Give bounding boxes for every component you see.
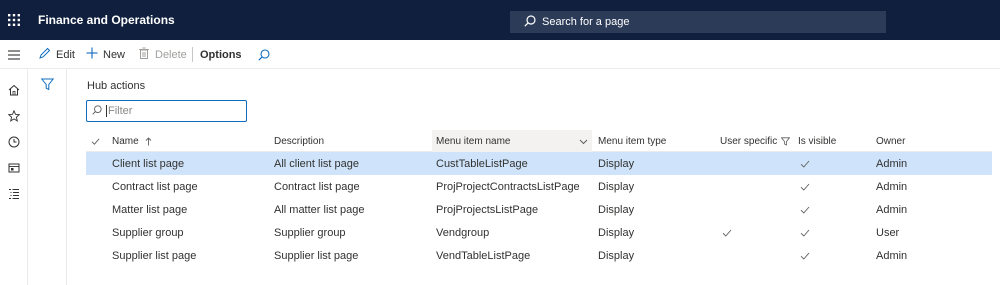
delete-label: Delete [155,48,187,61]
column-header-owner[interactable]: Owner [876,130,946,152]
cell-description[interactable]: All matter list page [274,198,364,221]
pencil-icon [39,47,56,62]
hamburger-menu-icon[interactable] [0,40,28,69]
cell-description[interactable]: Supplier group [274,221,346,244]
top-bar: Finance and Operations Search for a page [0,0,1000,40]
edit-button[interactable]: Edit [39,40,75,69]
cell-menu-item-name[interactable]: ProjProjectsListPage [436,198,538,221]
star-icon[interactable] [0,103,28,129]
table-row[interactable]: Matter list page All matter list page Pr… [86,198,992,221]
search-placeholder: Search for a page [542,16,630,28]
cell-name[interactable]: Supplier list page [112,244,196,267]
search-icon [524,14,542,30]
cell-name[interactable]: Matter list page [112,198,187,221]
navigation-rail [0,69,28,285]
cell-owner[interactable]: User [876,221,899,244]
page-title: Hub actions [87,80,146,92]
column-header-description-label: Description [274,135,325,147]
table-row[interactable]: Contract list page Contract list page Pr… [86,175,992,198]
new-button[interactable]: New [86,40,125,69]
select-all-checkmark-icon[interactable] [91,130,105,152]
new-label: New [103,48,126,61]
cell-menu-item-name[interactable]: Vendgroup [436,221,489,244]
options-tab[interactable]: Options [200,40,242,69]
workspace-icon[interactable] [0,155,28,181]
column-header-user-specific[interactable]: User specific [720,130,796,152]
cell-menu-item-type[interactable]: Display [598,198,634,221]
cell-menu-item-type[interactable]: Display [598,152,634,175]
column-header-user-specific-label: User specific [720,135,778,147]
cell-name[interactable]: Supplier group [112,221,184,244]
cell-menu-item-type[interactable]: Display [598,221,634,244]
page-search-box[interactable]: Search for a page [510,11,886,33]
trash-icon [138,47,155,62]
column-header-owner-label: Owner [876,135,906,147]
cell-menu-item-name[interactable]: ProjProjectContractsListPage [436,175,580,198]
table-row[interactable]: Supplier list page Supplier list page Ve… [86,244,992,267]
column-header-is-visible-label: Is visible [798,135,837,147]
cell-description[interactable]: All client list page [274,152,359,175]
user-specific-checkmark-icon [722,221,732,244]
column-header-menu-item-type-label: Menu item type [598,135,667,147]
cell-description[interactable]: Supplier list page [274,244,358,267]
cell-name[interactable]: Contract list page [112,175,198,198]
app-title[interactable]: Finance and Operations [38,0,175,40]
column-header-is-visible[interactable]: Is visible [798,130,868,152]
filter-pane-column [28,69,67,285]
column-header-description[interactable]: Description [274,130,434,152]
column-header-menu-item-name-label: Menu item name [436,135,511,147]
cell-owner[interactable]: Admin [876,244,907,267]
cell-menu-item-type[interactable]: Display [598,244,634,267]
options-label: Options [200,48,242,61]
column-header-menu-item-name[interactable]: Menu item name [432,130,592,152]
table-row[interactable]: Supplier group Supplier group Vendgroup … [86,221,992,244]
is-visible-checkmark-icon [800,152,810,175]
action-separator [192,47,193,62]
home-icon[interactable] [0,77,28,103]
column-filter-funnel-icon[interactable] [781,136,791,146]
cell-description[interactable]: Contract list page [274,175,360,198]
action-search-icon[interactable] [258,40,275,69]
is-visible-checkmark-icon [800,198,810,221]
is-visible-checkmark-icon [800,175,810,198]
filter-funnel-icon[interactable] [40,78,55,91]
is-visible-checkmark-icon [800,244,810,267]
cell-owner[interactable]: Admin [876,152,907,175]
column-header-name-label: Name [112,135,139,147]
cell-owner[interactable]: Admin [876,175,907,198]
column-header-name[interactable]: Name [112,130,272,152]
filter-input[interactable] [106,105,236,117]
column-header-menu-item-type[interactable]: Menu item type [598,130,708,152]
quick-filter-box[interactable] [86,100,247,122]
sort-ascending-arrow-icon [144,136,153,146]
cell-menu-item-type[interactable]: Display [598,175,634,198]
clock-icon[interactable] [0,129,28,155]
column-dropdown-chevron-icon[interactable] [579,137,588,146]
cell-menu-item-name[interactable]: CustTableListPage [436,152,528,175]
table-row[interactable]: Client list page All client list page Cu… [86,152,992,175]
delete-button[interactable]: Delete [138,40,187,69]
grid-header: Name Description Menu item name Menu ite… [86,130,992,152]
hub-actions-grid: Name Description Menu item name Menu ite… [86,130,992,267]
cell-menu-item-name[interactable]: VendTableListPage [436,244,530,267]
modules-list-icon[interactable] [0,181,28,207]
filter-search-icon [92,104,106,118]
edit-label: Edit [56,48,75,61]
cell-owner[interactable]: Admin [876,198,907,221]
is-visible-checkmark-icon [800,221,810,244]
cell-name[interactable]: Client list page [112,152,184,175]
app-launcher-icon[interactable] [0,0,28,40]
action-pane: Edit New Delete Options [0,40,1000,69]
plus-icon [86,47,103,62]
